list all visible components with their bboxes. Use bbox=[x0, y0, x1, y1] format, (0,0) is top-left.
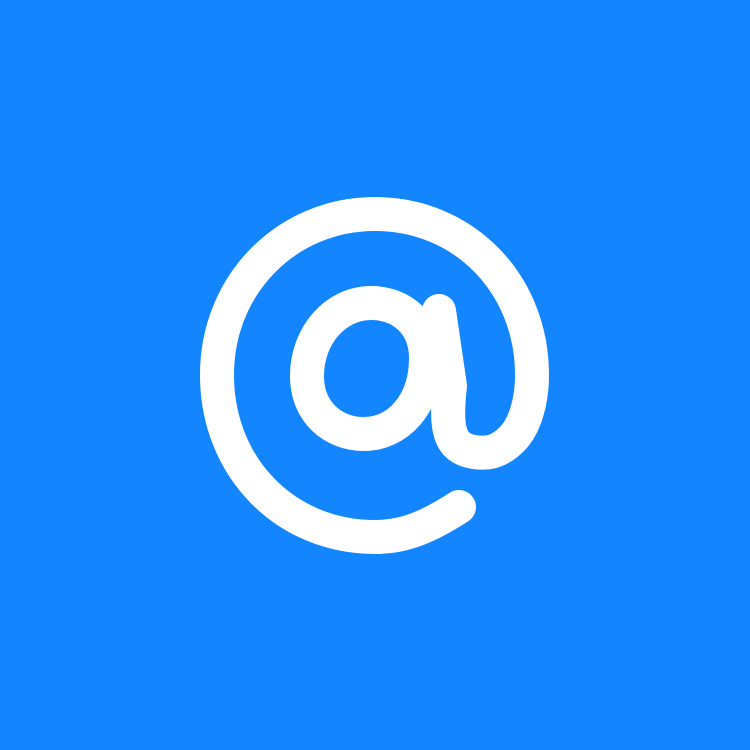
app-icon-tile bbox=[0, 0, 750, 750]
at-sign-icon bbox=[200, 197, 549, 554]
